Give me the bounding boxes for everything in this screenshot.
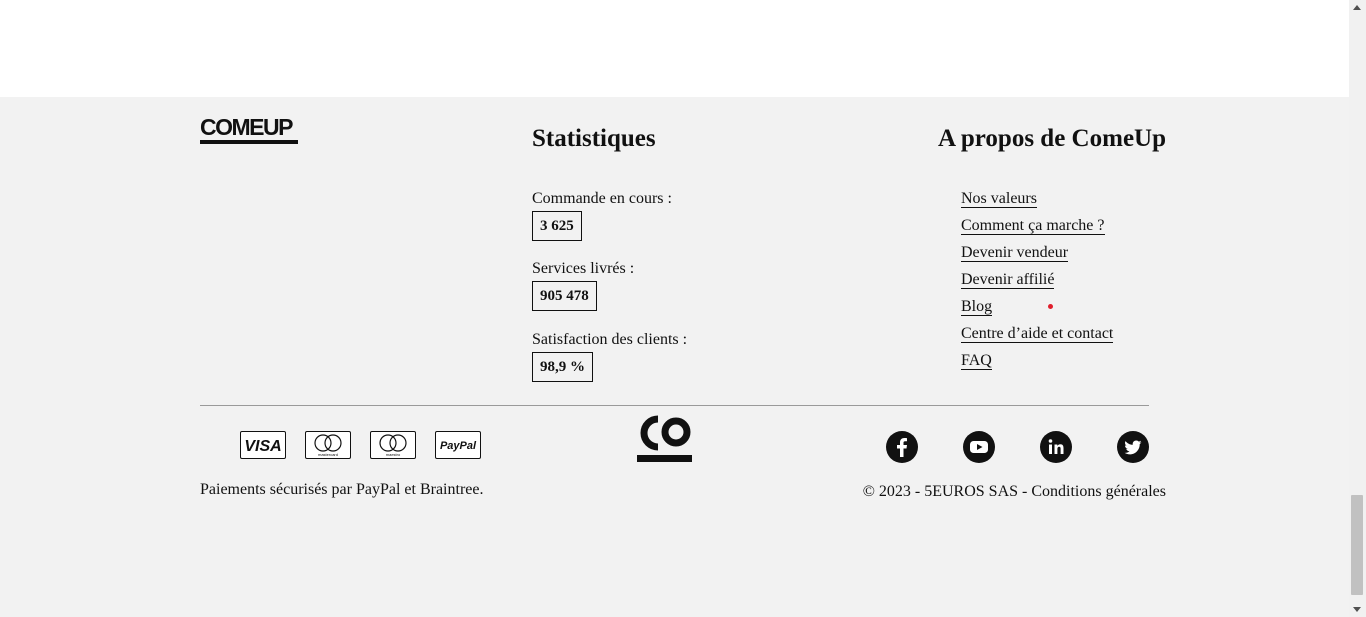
link-comment-ca-marche[interactable]: Comment ça marche ?: [961, 217, 1105, 235]
link-conditions-generales[interactable]: Conditions générales: [1031, 483, 1166, 500]
stat-value-satisfaction: 98,9 %: [532, 352, 593, 382]
scroll-up-icon[interactable]: [1353, 5, 1361, 10]
visa-card-icon: VISA: [240, 431, 286, 459]
visa-mark: VISA: [244, 438, 281, 455]
comeup-mark-icon[interactable]: [636, 414, 694, 464]
facebook-icon[interactable]: [886, 431, 918, 463]
payment-caption: Paiements sécurisés par PayPal et Braint…: [200, 481, 484, 498]
maestro-mark: maestro: [386, 452, 401, 457]
list-item: Comment ça marche ?: [961, 216, 1113, 243]
link-centre-aide[interactable]: Centre d’aide et contact: [961, 325, 1114, 343]
list-item: Devenir affilié: [961, 270, 1113, 297]
copyright-text: © 2023 - 5EUROS SAS -: [862, 483, 1032, 500]
list-item: Centre d’aide et contact: [961, 324, 1114, 351]
paypal-mark: PayPal: [440, 440, 477, 452]
list-item: Blog: [961, 297, 1113, 324]
stat-label-services: Services livrés :: [532, 260, 635, 277]
logo-underline: [200, 140, 298, 144]
stat-label-satisfaction: Satisfaction des clients :: [532, 331, 688, 348]
copyright: © 2023 - 5EUROS SAS - Conditions général…: [863, 483, 1166, 501]
stat-label-orders: Commande en cours :: [532, 190, 672, 207]
stat-value-orders: 3 625: [532, 211, 582, 241]
stats-heading: Statistiques: [532, 125, 656, 152]
site-footer: [0, 97, 1349, 617]
notification-dot: [1048, 304, 1053, 309]
linkedin-icon[interactable]: [1040, 431, 1072, 463]
stat-value-services: 905 478: [532, 281, 597, 311]
list-item: Devenir vendeur: [961, 243, 1113, 270]
logo-text: COMEUP: [200, 114, 293, 140]
about-heading: A propos de ComeUp: [937, 125, 1166, 152]
mastercard-mark: mastercard: [318, 452, 338, 457]
link-nos-valeurs[interactable]: Nos valeurs: [961, 190, 1037, 208]
vertical-scrollbar[interactable]: [1349, 0, 1366, 617]
mastercard-icon: mastercard: [305, 431, 351, 459]
list-item: Nos valeurs: [961, 189, 1113, 216]
paypal-icon: PayPal: [435, 431, 481, 459]
link-devenir-affilie[interactable]: Devenir affilié: [961, 271, 1055, 289]
comeup-logo[interactable]: COMEUP: [200, 115, 300, 147]
twitter-icon[interactable]: [1117, 431, 1149, 463]
list-item: FAQ: [961, 351, 1113, 378]
link-devenir-vendeur[interactable]: Devenir vendeur: [961, 244, 1069, 262]
scroll-down-icon[interactable]: [1353, 607, 1361, 612]
youtube-icon[interactable]: [963, 431, 995, 463]
footer-divider: [200, 405, 1149, 406]
page-content-area: [0, 0, 1349, 97]
scrollbar-thumb[interactable]: [1351, 495, 1363, 595]
about-links: Nos valeurs Comment ça marche ? Devenir …: [961, 189, 1114, 378]
link-faq[interactable]: FAQ: [961, 352, 992, 370]
link-blog[interactable]: Blog: [961, 298, 993, 316]
maestro-icon: maestro: [370, 431, 416, 459]
